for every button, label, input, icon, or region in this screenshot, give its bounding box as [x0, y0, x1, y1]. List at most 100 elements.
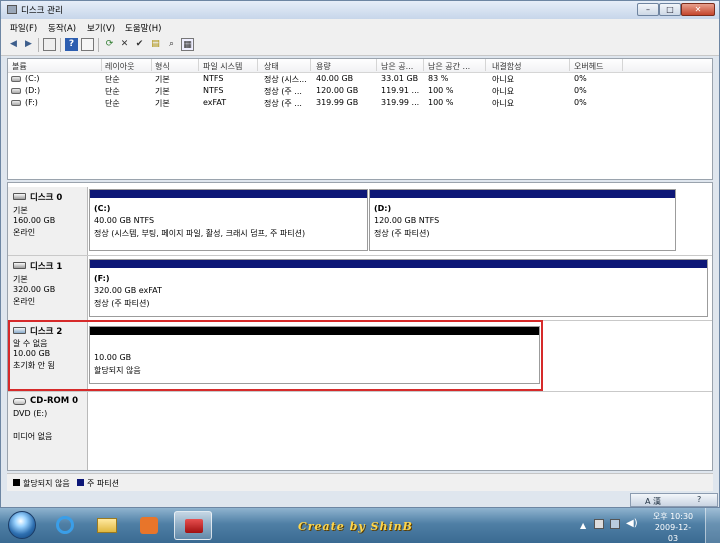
toolbar-separator — [98, 38, 99, 52]
properties-icon[interactable] — [81, 38, 94, 51]
taskbar-explorer[interactable] — [88, 511, 126, 540]
column-separator[interactable] — [151, 59, 152, 71]
show-hidden-icons-icon[interactable]: ▲ — [580, 521, 586, 530]
search-icon[interactable]: ⌕ — [165, 38, 178, 51]
partition-size: 120.00 GB NTFS — [374, 216, 440, 225]
unallocated-swatch — [13, 479, 20, 486]
menu-view[interactable]: 보기(V) — [87, 22, 115, 34]
disk-type: DVD (E:) — [13, 409, 48, 418]
column-separator[interactable] — [198, 59, 199, 71]
cell-layout: 단순 — [105, 75, 120, 84]
table-row[interactable]: (D:) 단순 기본 NTFS 정상 (주 ... 120.00 GB 119.… — [8, 85, 712, 97]
drive-icon — [11, 100, 21, 106]
table-row[interactable]: (C:) 단순 기본 NTFS 정상 (시스... 40.00 GB 33.01… — [8, 73, 712, 85]
open-folder-icon[interactable]: ▤ — [149, 38, 162, 51]
table-row[interactable]: (F:) 단순 기본 exFAT 정상 (주 ... 319.99 GB 319… — [8, 97, 712, 109]
help-icon[interactable]: ? — [65, 38, 78, 51]
partition-size: 40.00 GB NTFS — [94, 216, 155, 225]
partition-d[interactable]: (D:) 120.00 GB NTFS 정상 (주 파티션) — [369, 189, 676, 251]
cell-status: 정상 (주 ... — [264, 99, 302, 108]
taskbar-computer-management[interactable] — [174, 511, 212, 540]
column-header-free-percent[interactable]: 남은 공간 ... — [428, 61, 470, 72]
column-separator[interactable] — [376, 59, 377, 71]
column-separator[interactable] — [101, 59, 102, 71]
disk-size: 160.00 GB — [13, 216, 56, 225]
partition-c[interactable]: (C:) 40.00 GB NTFS 정상 (시스템, 부팅, 페이지 파일, … — [89, 189, 368, 251]
console-tree-icon[interactable] — [43, 38, 56, 51]
cell-type: 기본 — [155, 87, 170, 96]
taskbar-media-player[interactable] — [130, 511, 168, 540]
partition-size: 320.00 GB exFAT — [94, 286, 162, 295]
column-header-status[interactable]: 상태 — [264, 61, 279, 72]
cell-status: 정상 (주 ... — [264, 87, 302, 96]
delete-icon[interactable]: ✕ — [118, 38, 131, 51]
column-header-overhead[interactable]: 오버헤드 — [574, 61, 603, 72]
partition-title: (C:) — [94, 204, 111, 213]
legend-unallocated: 할당되지 않음 — [23, 479, 70, 488]
column-header-free-space[interactable]: 남은 공... — [381, 61, 413, 72]
start-button[interactable] — [8, 511, 36, 539]
back-arrow-icon[interactable]: ◀ — [7, 38, 20, 51]
settings-icon[interactable]: ▦ — [181, 38, 194, 51]
cd-drive-icon — [13, 398, 26, 405]
volume-list-header: 볼륨 레이아웃 형식 파일 시스템 상태 용량 남은 공... 남은 공간 ..… — [8, 59, 712, 73]
help-icon[interactable]: ? — [697, 495, 701, 504]
column-header-type[interactable]: 형식 — [155, 61, 170, 72]
action-center-icon[interactable] — [594, 519, 604, 529]
partition-title: (D:) — [374, 204, 392, 213]
menu-help[interactable]: 도움말(H) — [125, 22, 161, 34]
hard-disk-icon — [13, 262, 26, 269]
close-button[interactable]: ✕ — [681, 3, 715, 16]
volume-icon[interactable]: ◀) — [626, 518, 638, 529]
drive-icon — [11, 88, 21, 94]
show-desktop-button[interactable] — [705, 508, 720, 543]
title-bar[interactable]: 디스크 관리 – □ ✕ — [1, 1, 719, 19]
column-header-volume[interactable]: 볼륨 — [12, 61, 27, 72]
column-header-fault-tolerance[interactable]: 내결함성 — [492, 61, 521, 72]
check-icon[interactable]: ✔ — [133, 38, 146, 51]
partition-status: 정상 (주 파티션) — [374, 229, 430, 238]
column-header-filesystem[interactable]: 파일 시스템 — [203, 61, 242, 72]
column-separator[interactable] — [423, 59, 424, 71]
disk-0-label[interactable]: 디스크 0 기본 160.00 GB 온라인 — [8, 187, 88, 255]
disk-1-label[interactable]: 디스크 1 기본 320.00 GB 온라인 — [8, 256, 88, 320]
column-separator[interactable] — [485, 59, 486, 71]
partition-f[interactable]: (F:) 320.00 GB exFAT 정상 (주 파티션) — [89, 259, 708, 317]
column-header-capacity[interactable]: 용량 — [316, 61, 331, 72]
status-bar — [1, 491, 719, 507]
credit-watermark: Create by ShinB — [298, 520, 413, 533]
media-player-icon — [140, 517, 158, 534]
column-separator[interactable] — [622, 59, 623, 71]
column-separator[interactable] — [257, 59, 258, 71]
disk-name: CD-ROM 0 — [30, 396, 79, 406]
cell-volume: (F:) — [25, 98, 38, 107]
network-icon[interactable] — [610, 519, 620, 529]
forward-arrow-icon[interactable]: ▶ — [22, 38, 35, 51]
column-separator[interactable] — [310, 59, 311, 71]
maximize-button[interactable]: □ — [659, 3, 681, 16]
language-bar[interactable]: A 漢 ? — [630, 493, 718, 507]
cell-free-percent: 100 % — [428, 86, 454, 95]
minimize-button[interactable]: – — [637, 3, 659, 16]
taskbar-internet-explorer[interactable] — [46, 511, 84, 540]
disk-type: 기본 — [13, 206, 28, 215]
disk-size: 320.00 GB — [13, 285, 56, 294]
internet-explorer-icon — [56, 516, 74, 534]
menu-action[interactable]: 동작(A) — [48, 22, 76, 34]
cell-layout: 단순 — [105, 87, 120, 96]
cell-fault-tolerance: 아니요 — [492, 75, 515, 84]
column-header-layout[interactable]: 레이아웃 — [105, 61, 134, 72]
language-indicator[interactable]: A 漢 — [645, 496, 661, 507]
column-separator[interactable] — [569, 59, 570, 71]
disk-separator — [8, 255, 712, 256]
refresh-icon[interactable]: ⟳ — [103, 38, 116, 51]
cell-volume: (D:) — [25, 86, 41, 95]
clock[interactable]: 오후 10:30 2009-12-03 — [650, 511, 696, 544]
cell-filesystem: exFAT — [203, 98, 227, 107]
cdrom-0-label[interactable]: CD-ROM 0 DVD (E:) 미디어 없음 — [8, 392, 88, 470]
menu-bar: 파일(F) 동작(A) 보기(V) 도움말(H) — [1, 19, 719, 35]
partition-status: 정상 (시스템, 부팅, 페이지 파일, 활성, 크래시 덤프, 주 파티션) — [94, 229, 306, 238]
menu-file[interactable]: 파일(F) — [10, 22, 37, 34]
disk-name: 디스크 1 — [30, 262, 63, 272]
clock-time: 오후 10:30 — [652, 512, 694, 521]
